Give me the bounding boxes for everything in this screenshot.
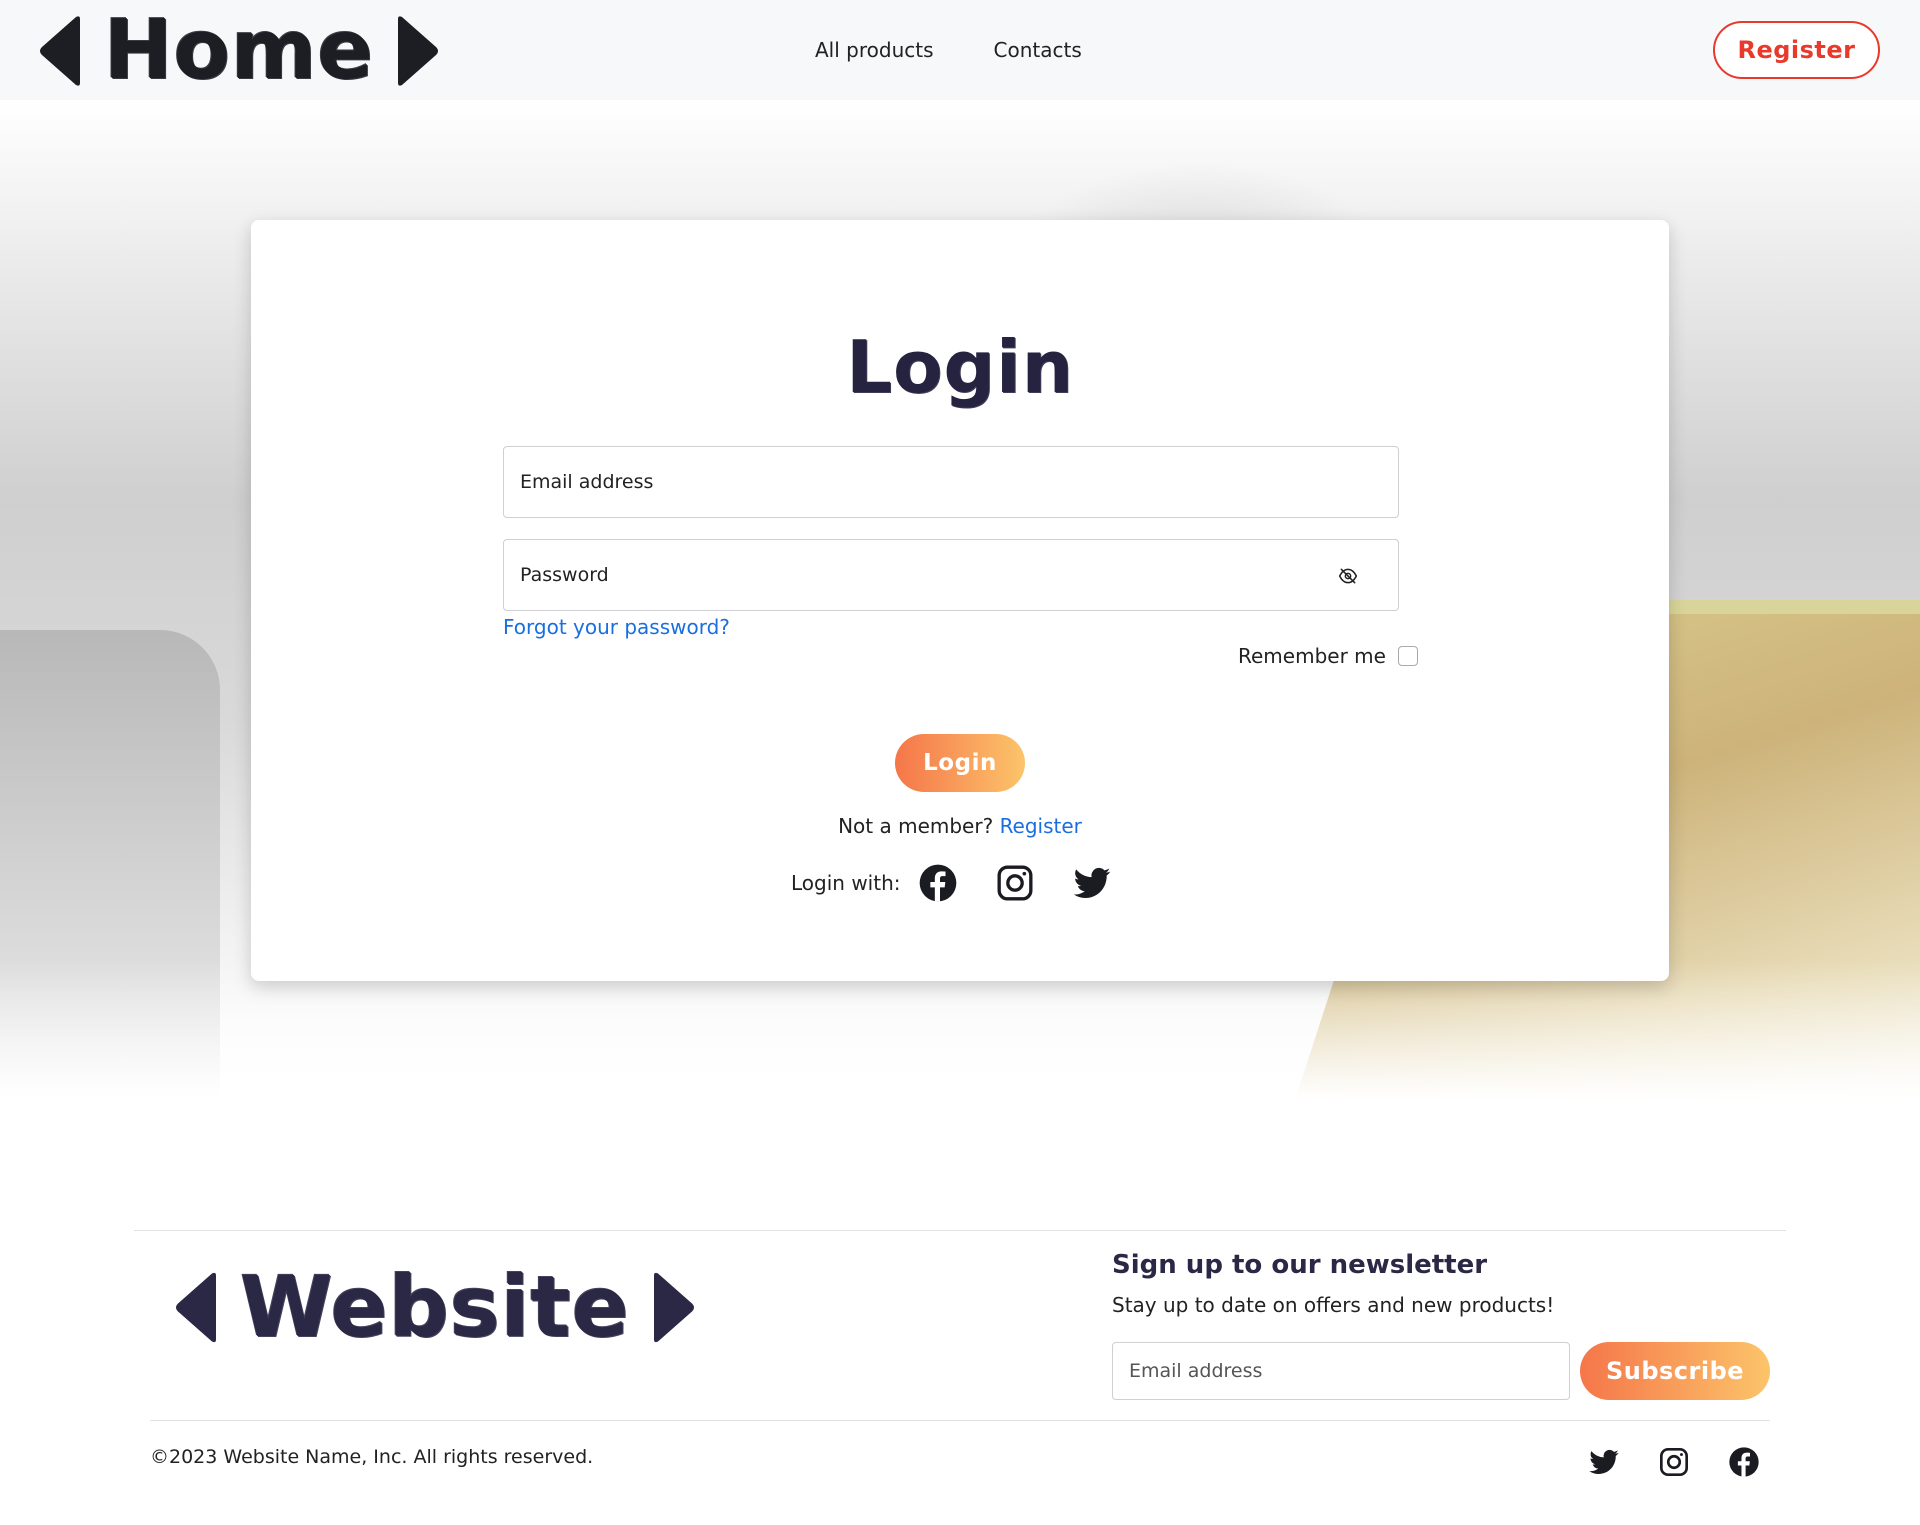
login-card: Login Email address Password Forgot your…	[251, 220, 1669, 981]
newsletter-email-placeholder: Email address	[1129, 1360, 1263, 1382]
email-field[interactable]: Email address	[503, 446, 1399, 518]
social-login: Login with:	[791, 863, 1112, 903]
forgot-password-link[interactable]: Forgot your password?	[503, 615, 730, 639]
twitter-icon[interactable]	[1588, 1446, 1620, 1478]
main-nav: All products Contacts	[815, 38, 1082, 62]
chevron-right-icon	[653, 1272, 694, 1342]
register-button[interactable]: Register	[1713, 21, 1880, 79]
home-logo-text: Home	[104, 3, 375, 98]
remember-me-checkbox[interactable]	[1397, 646, 1418, 666]
page-title: Login	[846, 325, 1074, 409]
chevron-left-icon	[176, 1272, 216, 1342]
home-logo[interactable]: Home	[36, 10, 442, 92]
login-with-label: Login with:	[791, 871, 901, 895]
facebook-icon[interactable]	[1728, 1446, 1760, 1478]
remember-me: Remember me	[1238, 644, 1418, 668]
nav-item-all-products[interactable]: All products	[815, 38, 934, 62]
password-field[interactable]: Password	[503, 539, 1399, 611]
newsletter-subtitle: Stay up to date on offers and new produc…	[1112, 1293, 1555, 1317]
remember-me-label: Remember me	[1238, 644, 1386, 668]
twitter-icon[interactable]	[1072, 863, 1112, 903]
login-button[interactable]: Login	[895, 734, 1025, 792]
nav-item-contacts[interactable]: Contacts	[994, 38, 1082, 62]
not-member-text: Not a member? Register	[251, 814, 1669, 838]
copyright-text: ©2023 Website Name, Inc. All rights rese…	[150, 1446, 594, 1468]
website-logo-text: Website	[240, 1258, 630, 1356]
subscribe-button[interactable]: Subscribe	[1580, 1342, 1770, 1400]
email-placeholder: Email address	[520, 471, 654, 493]
facebook-icon[interactable]	[918, 863, 958, 903]
background-fade	[0, 960, 1920, 1100]
instagram-icon[interactable]	[995, 863, 1035, 903]
chevron-left-icon	[40, 16, 80, 86]
footer-divider	[150, 1420, 1770, 1421]
footer-social-links	[1588, 1446, 1760, 1478]
newsletter-title: Sign up to our newsletter	[1112, 1250, 1488, 1280]
website-logo[interactable]: Website	[172, 1265, 698, 1349]
eye-off-icon[interactable]	[1338, 566, 1358, 586]
chevron-right-icon	[398, 16, 439, 86]
instagram-icon[interactable]	[1658, 1446, 1690, 1478]
newsletter-email-input[interactable]: Email address	[1112, 1342, 1570, 1400]
site-header: Home All products Contacts Register	[0, 0, 1920, 100]
not-member-label: Not a member?	[838, 814, 994, 838]
register-link[interactable]: Register	[1000, 814, 1082, 838]
password-placeholder: Password	[520, 564, 609, 586]
footer-divider	[134, 1230, 1786, 1231]
